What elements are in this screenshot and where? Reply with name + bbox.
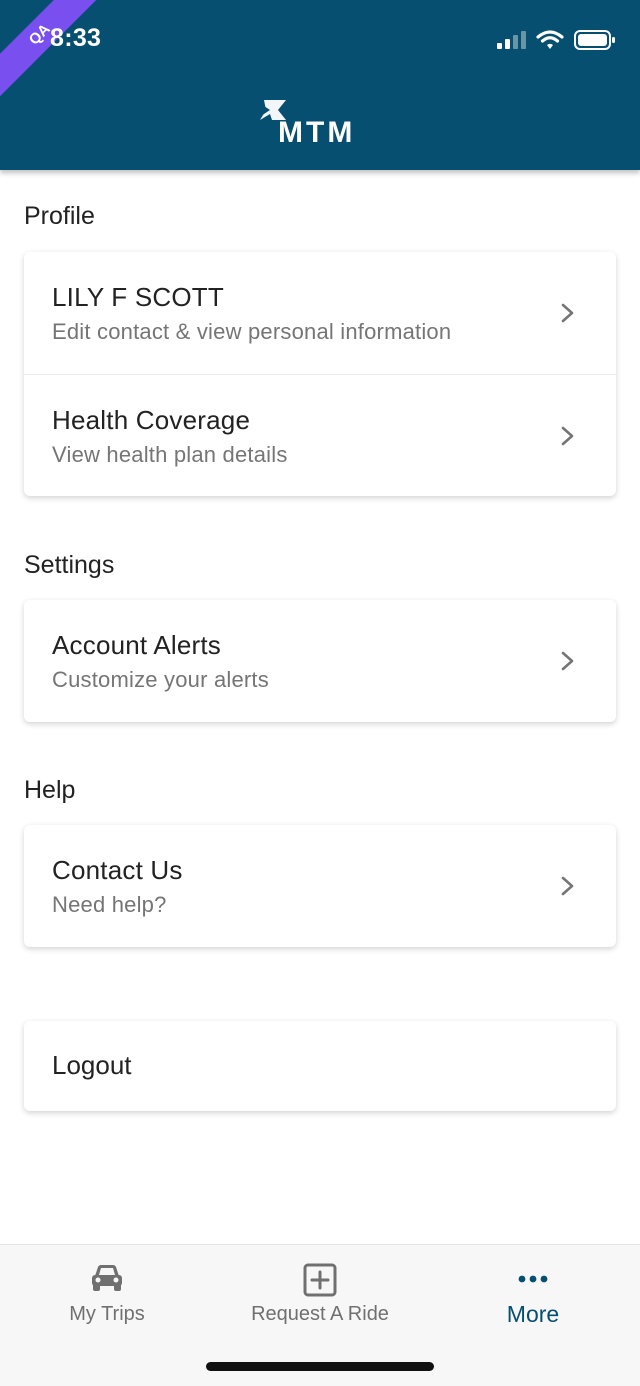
tab-label: My Trips [69, 1303, 145, 1325]
row-subtitle: Need help? [52, 892, 167, 917]
section-title-profile: Profile [24, 202, 95, 230]
logo-text: MTM [278, 116, 356, 149]
mtm-logo: MTM [258, 96, 383, 150]
row-subtitle: Edit contact & view personal information [52, 319, 452, 344]
section-title-help: Help [24, 776, 76, 804]
chevron-right-icon [561, 303, 574, 323]
chevron-right-icon [561, 426, 574, 446]
profile-row-contact[interactable]: LILY F SCOTT Edit contact & view persona… [24, 252, 616, 374]
logout-card: Logout [24, 1021, 616, 1111]
row-title: Contact Us [52, 855, 183, 885]
chevron-right-icon [561, 876, 574, 896]
logout-button[interactable]: Logout [24, 1021, 616, 1111]
profile-card: LILY F SCOTT Edit contact & view persona… [24, 252, 616, 496]
home-indicator [206, 1362, 434, 1371]
plus-square-icon [303, 1263, 337, 1297]
row-title: Account Alerts [52, 630, 221, 660]
status-icons [496, 28, 616, 52]
battery-icon [574, 30, 615, 50]
row-subtitle: Customize your alerts [52, 667, 269, 692]
row-title: Health Coverage [52, 405, 251, 435]
row-subtitle: View health plan details [52, 442, 288, 467]
help-card: Contact Us Need help? [24, 825, 616, 947]
status-time: 8:33 [50, 24, 102, 52]
car-icon [92, 1265, 122, 1291]
tab-request-a-ride[interactable]: Request A Ride [230, 1245, 410, 1345]
tab-label: Request A Ride [251, 1303, 389, 1325]
wifi-icon [536, 30, 564, 49]
signal-icon [497, 31, 526, 49]
chevron-right-icon [561, 651, 574, 671]
row-title: LILY F SCOTT [52, 282, 224, 312]
tab-my-trips[interactable]: My Trips [40, 1245, 174, 1345]
more-screen: QA 8:33 MTM Profile LILY F SCOTT Edit co… [0, 0, 640, 1386]
logout-label: Logout [52, 1050, 132, 1080]
app-header: QA 8:33 MTM [0, 0, 640, 170]
settings-card: Account Alerts Customize your alerts [24, 600, 616, 722]
tab-more[interactable]: More [470, 1245, 596, 1345]
help-row-contact-us[interactable]: Contact Us Need help? [24, 825, 616, 947]
section-title-settings: Settings [24, 551, 115, 579]
settings-row-account-alerts[interactable]: Account Alerts Customize your alerts [24, 600, 616, 722]
more-dots-icon [518, 1275, 548, 1283]
tab-label: More [506, 1301, 560, 1327]
profile-row-health-coverage[interactable]: Health Coverage View health plan details [24, 374, 616, 496]
